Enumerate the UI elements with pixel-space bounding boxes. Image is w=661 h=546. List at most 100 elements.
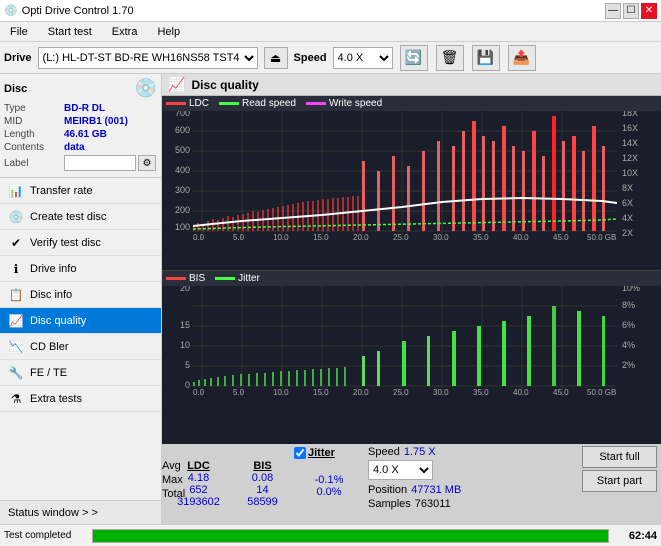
disc-length-label: Length [4, 129, 64, 140]
stats-bar: LDC 4.18 652 3193602 BIS 0.08 14 58599 J… [162, 444, 661, 524]
nav-list: 📊 Transfer rate 💿 Create test disc ✔ Ver… [0, 178, 161, 412]
sidebar-item-verify-test-disc[interactable]: ✔ Verify test disc [0, 230, 161, 256]
stats-bis-total: 58599 [235, 496, 290, 508]
extra-tests-icon: ⚗ [8, 391, 24, 407]
svg-text:15: 15 [180, 320, 190, 330]
stats-total-label: Total [162, 488, 185, 500]
sidebar-item-drive-info[interactable]: ℹ Drive info [0, 256, 161, 282]
svg-text:100: 100 [175, 222, 190, 232]
drive-info-icon: ℹ [8, 261, 24, 277]
sidebar-item-cd-bler[interactable]: 📉 CD Bler [0, 334, 161, 360]
read-speed-color [219, 102, 239, 105]
refresh-button[interactable]: 🔄 [400, 45, 428, 71]
sidebar-item-disc-quality[interactable]: 📈 Disc quality [0, 308, 161, 334]
minimize-button[interactable]: — [605, 3, 621, 19]
nav-label-disc-info: Disc info [30, 289, 72, 301]
app-title: Opti Drive Control 1.70 [22, 5, 134, 17]
disc-label-input[interactable] [64, 155, 136, 171]
speed-label: Speed [294, 52, 327, 64]
erase-button[interactable]: 🗑 [436, 45, 464, 71]
svg-text:35.0: 35.0 [473, 233, 489, 241]
svg-text:25.0: 25.0 [393, 388, 409, 396]
legend-jitter-label: Jitter [238, 273, 260, 284]
disc-label-label: Label [4, 158, 64, 169]
svg-text:14X: 14X [622, 138, 638, 148]
svg-text:5.0: 5.0 [233, 388, 245, 396]
sidebar-item-fe-te[interactable]: 🔧 FE / TE [0, 360, 161, 386]
svg-text:700: 700 [175, 111, 190, 118]
stats-bis-max: 14 [235, 484, 290, 496]
disc-contents-label: Contents [4, 142, 64, 153]
status-window-button[interactable]: Status window > > [0, 500, 161, 524]
menu-help[interactable]: Help [151, 25, 186, 39]
start-part-button[interactable]: Start part [582, 470, 657, 492]
stats-speed-val: 1.75 X [404, 446, 436, 458]
legend-ldc: LDC [166, 98, 209, 109]
nav-label-create-test-disc: Create test disc [30, 211, 106, 223]
stats-jitter-header: Jitter [308, 447, 335, 459]
menu-bar: File Start test Extra Help [0, 22, 661, 42]
svg-text:2%: 2% [622, 360, 635, 370]
cd-bler-icon: 📉 [8, 339, 24, 355]
disc-label-row: Label ⚙ [4, 155, 157, 171]
sidebar-item-disc-info[interactable]: 📋 Disc info [0, 282, 161, 308]
close-button[interactable]: ✕ [641, 3, 657, 19]
ldc-color [166, 102, 186, 105]
eject-button[interactable]: ⏏ [264, 47, 288, 69]
title-bar: 💿 Opti Drive Control 1.70 — ☐ ✕ [0, 0, 661, 22]
start-full-button[interactable]: Start full [582, 446, 657, 468]
speed-select-drive[interactable]: 4.0 X [333, 47, 393, 69]
legend-bis: BIS [166, 273, 205, 284]
disc-contents-row: Contents data [4, 142, 157, 153]
nav-label-cd-bler: CD Bler [30, 341, 69, 353]
svg-text:6X: 6X [622, 198, 633, 208]
svg-text:6%: 6% [622, 320, 635, 330]
disc-panel: Disc 💿 Type BD-R DL MID MEIRB1 (001) Len… [0, 74, 161, 178]
stats-avg-label: Avg [162, 460, 185, 472]
menu-extra[interactable]: Extra [106, 25, 144, 39]
svg-text:300: 300 [175, 185, 190, 195]
stats-speed-select[interactable]: 4.0 X [368, 460, 433, 480]
stats-bis-header: BIS [235, 460, 290, 472]
svg-text:0.0: 0.0 [193, 233, 205, 241]
stats-jitter-avg: -0.1% [294, 474, 364, 486]
jitter-checkbox[interactable] [294, 447, 306, 459]
stats-position-val: 47731 MB [411, 484, 461, 496]
drive-select[interactable]: (L:) HL-DT-ST BD-RE WH16NS58 TST4 [38, 47, 258, 69]
bottom-bar: Test completed 62:44 [0, 524, 661, 546]
legend-read-speed: Read speed [219, 98, 296, 109]
burn-button[interactable]: 💾 [472, 45, 500, 71]
legend-ldc-label: LDC [189, 98, 209, 109]
legend-jitter: Jitter [215, 273, 260, 284]
sidebar: Disc 💿 Type BD-R DL MID MEIRB1 (001) Len… [0, 74, 162, 524]
svg-text:25.0: 25.0 [393, 233, 409, 241]
save-button[interactable]: 📤 [508, 45, 536, 71]
title-bar-left: 💿 Opti Drive Control 1.70 [4, 4, 134, 17]
sidebar-item-transfer-rate[interactable]: 📊 Transfer rate [0, 178, 161, 204]
svg-text:10.0: 10.0 [273, 388, 289, 396]
content-area: 📈 Disc quality LDC Read speed [162, 74, 661, 524]
stats-bis-avg: 0.08 [235, 472, 290, 484]
menu-start-test[interactable]: Start test [42, 25, 98, 39]
disc-label-button[interactable]: ⚙ [138, 155, 156, 171]
disc-type-value: BD-R DL [64, 103, 105, 114]
time-display: 62:44 [617, 530, 657, 542]
svg-text:400: 400 [175, 165, 190, 175]
disc-icon: 💿 [135, 78, 157, 99]
svg-text:50.0 GB: 50.0 GB [587, 233, 616, 241]
legend-write-speed: Write speed [306, 98, 382, 109]
nav-label-extra-tests: Extra tests [30, 393, 82, 405]
progress-fill [93, 530, 608, 542]
svg-text:50.0 GB: 50.0 GB [587, 388, 616, 396]
menu-file[interactable]: File [4, 25, 34, 39]
sidebar-item-extra-tests[interactable]: ⚗ Extra tests [0, 386, 161, 412]
disc-length-value: 46.61 GB [64, 129, 107, 140]
disc-mid-value: MEIRB1 (001) [64, 116, 128, 127]
maximize-button[interactable]: ☐ [623, 3, 639, 19]
disc-mid-row: MID MEIRB1 (001) [4, 116, 157, 127]
sidebar-item-create-test-disc[interactable]: 💿 Create test disc [0, 204, 161, 230]
svg-text:20.0: 20.0 [353, 233, 369, 241]
stats-max-label: Max [162, 474, 185, 486]
svg-text:12X: 12X [622, 153, 638, 163]
verify-test-disc-icon: ✔ [8, 235, 24, 251]
